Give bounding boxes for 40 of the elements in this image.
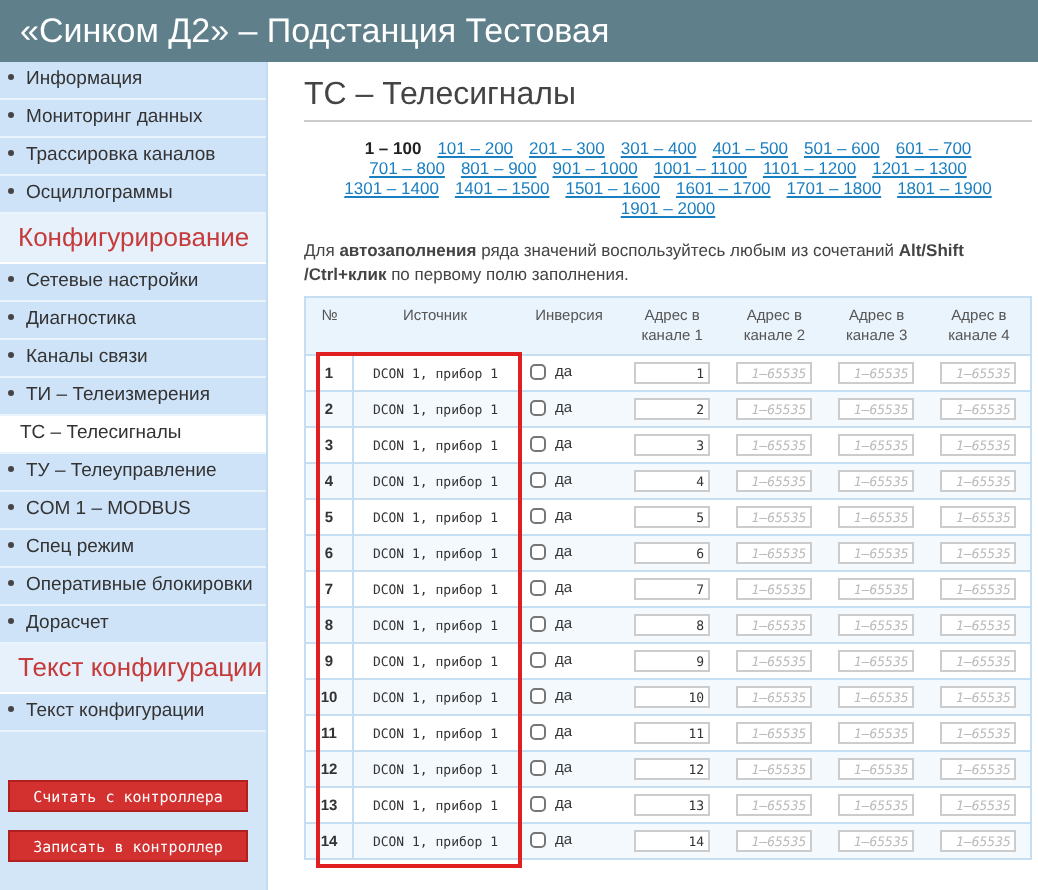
current-range: 1 – 100 [364,138,422,158]
sidebar-item[interactable]: COM 1 – MODBUS [0,492,266,530]
sidebar-item[interactable]: Осциллограммы [0,176,266,214]
sidebar-item[interactable]: Текст конфигурации [0,694,266,732]
page-header-title: «Синком Д2» – Подстанция Тестовая [20,11,610,51]
range-link[interactable]: 1001 – 1100 [653,158,747,178]
sidebar-section-title: Конфигурирование [0,214,266,264]
sidebar-item[interactable]: ТС – Телесигналы [0,416,266,454]
sidebar-item[interactable]: Диагностика [0,302,266,340]
range-link[interactable]: 401 – 500 [712,138,789,158]
range-link[interactable]: 501 – 600 [804,138,880,158]
range-link[interactable]: 901 – 1000 [552,158,638,178]
range-link[interactable]: 1701 – 1800 [786,178,882,198]
sidebar-section-title: Текст конфигурации [0,644,266,694]
sidebar-item[interactable]: ТИ – Телеизмерения [0,378,266,416]
sidebar-item[interactable]: Информация [0,62,266,100]
range-link[interactable]: 701 – 800 [369,158,445,178]
range-link[interactable]: 101 – 200 [437,138,514,158]
range-link[interactable]: 201 – 300 [529,138,605,158]
range-link[interactable]: 1801 – 1900 [897,178,992,198]
range-link[interactable]: 1201 – 1300 [872,158,967,178]
sidebar-item[interactable]: Мониторинг данных [0,100,266,138]
range-link[interactable]: 1601 – 1700 [676,178,771,198]
sidebar-item[interactable]: ТУ – Телеуправление [0,454,266,492]
range-link[interactable]: 1101 – 1200 [762,158,857,178]
sidebar-item[interactable]: Дорасчет [0,606,266,644]
autofill-hint: Для автозаполнения ряда значений воспользуйтесь любым из сочетаний Alt/Shift /Ctrl+клик по первому полю заполнения. [304,238,966,286]
range-link[interactable]: 1401 – 1500 [454,178,550,198]
sidebar-item[interactable]: Сетевые настройки [0,264,266,302]
range-link[interactable]: 601 – 700 [895,138,972,158]
range-link[interactable]: 1301 – 1400 [344,178,439,198]
page-title: ТС – Телесигналы [304,78,1032,122]
sidebar-item[interactable]: Оперативные блокировки [0,568,266,606]
range-link[interactable]: 301 – 400 [620,138,697,158]
sidebar-item[interactable]: Трассировка каналов [0,138,266,176]
range-link[interactable]: 1901 – 2000 [620,198,716,218]
range-link[interactable]: 1501 – 1600 [565,178,660,198]
sidebar-item[interactable]: Каналы связи [0,340,266,378]
sidebar-item[interactable]: Спец режим [0,530,266,568]
range-link[interactable]: 801 – 900 [460,158,537,178]
